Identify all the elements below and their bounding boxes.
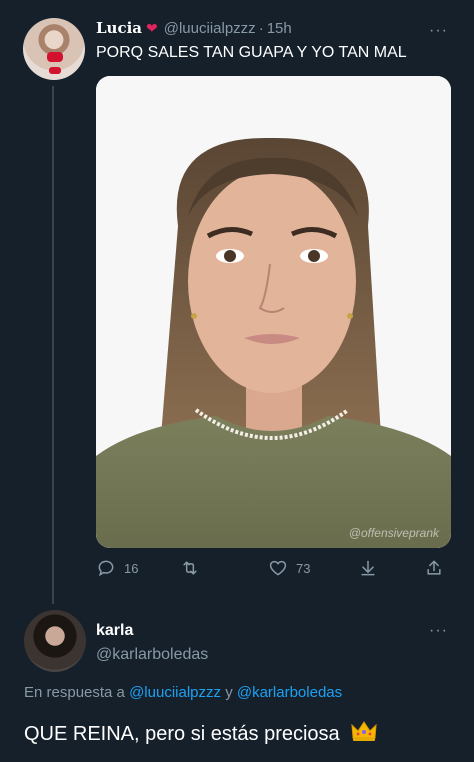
- avatar-detail: [47, 52, 63, 62]
- mention-link[interactable]: @karlarboledas: [237, 684, 342, 701]
- bookmark-action[interactable]: [358, 558, 378, 578]
- reply-avatar[interactable]: [24, 610, 86, 672]
- crown-emoji-icon: [351, 721, 377, 741]
- like-icon: [269, 560, 287, 576]
- share-icon: [427, 560, 441, 575]
- bookmark-icon: [361, 560, 375, 576]
- reply-user-handle[interactable]: @karlarboledas: [96, 646, 208, 664]
- tweet-actions: 16 73: [96, 558, 451, 582]
- user-handle[interactable]: @luuciialpzzz: [164, 20, 256, 37]
- conjunction: y: [225, 684, 233, 701]
- display-name[interactable]: Lucia: [96, 19, 142, 37]
- reply-text-content: QUE REINA, pero si estás preciosa: [24, 723, 340, 745]
- reply-icon: [98, 560, 114, 577]
- tweet-header: Lucia ❤ @luuciialpzzz · 15h: [96, 18, 292, 38]
- reply-action[interactable]: 16: [96, 558, 138, 578]
- separator: ·: [258, 19, 264, 37]
- tweet-text: PORQ SALES TAN GUAPA Y YO TAN MAL: [96, 44, 407, 61]
- heart-emoji-icon: ❤: [146, 19, 158, 36]
- thread-line: [52, 86, 54, 604]
- share-action[interactable]: [424, 558, 444, 578]
- like-count: 73: [296, 560, 311, 576]
- reply-display-name[interactable]: karla: [96, 622, 133, 640]
- avatar[interactable]: [23, 18, 85, 80]
- watermark: @offensiveprank: [348, 526, 439, 540]
- reply-more-icon[interactable]: ···: [429, 622, 448, 640]
- timestamp[interactable]: 15h: [267, 20, 292, 37]
- mention-link[interactable]: @luuciialpzzz: [129, 684, 221, 701]
- reply-count: 16: [124, 560, 139, 576]
- tweet-photo[interactable]: @offensiveprank: [96, 76, 451, 548]
- reply-text: QUE REINA, pero si estás preciosa: [24, 720, 377, 746]
- more-icon[interactable]: ···: [429, 22, 448, 40]
- retweet-icon: [183, 561, 197, 575]
- retweet-action[interactable]: [180, 558, 200, 578]
- portrait-illustration: [96, 76, 451, 548]
- in-reply-prefix: En respuesta a: [24, 684, 125, 701]
- avatar-detail: [49, 67, 61, 74]
- in-reply-to: En respuesta a @luuciialpzzz y @karlarbo…: [24, 684, 342, 701]
- like-action[interactable]: 73: [268, 558, 310, 578]
